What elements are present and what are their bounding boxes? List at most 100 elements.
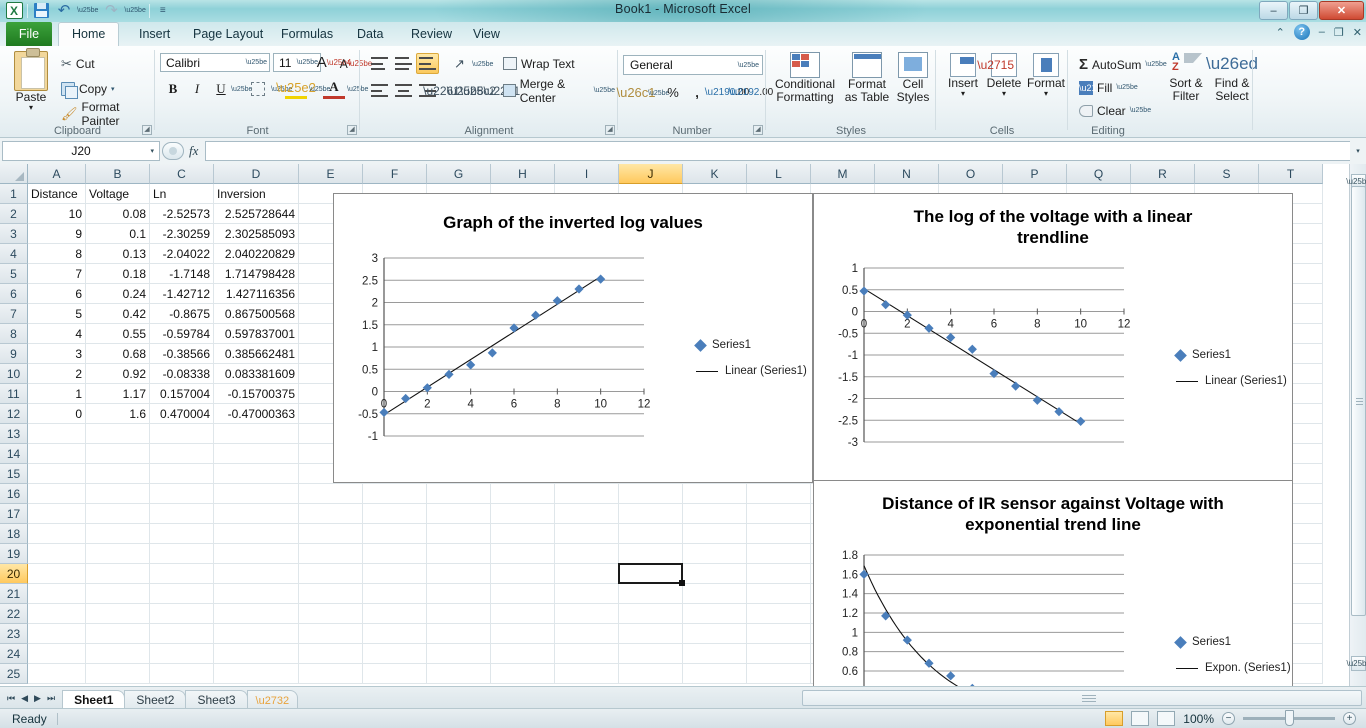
cell-A13[interactable] — [28, 424, 86, 444]
column-header-H[interactable]: H — [491, 164, 555, 184]
undo-dropdown-icon[interactable]: \u25be — [77, 7, 98, 14]
format-painter-button[interactable]: Format Painter — [58, 100, 155, 128]
fill-color-button[interactable]: \u25e2 — [276, 78, 316, 99]
cell-I21[interactable] — [555, 584, 619, 604]
last-sheet-button[interactable]: ⏭ — [47, 693, 55, 704]
copy-dropdown-icon[interactable]: ▾ — [111, 85, 115, 93]
format-cells-button[interactable]: Format ▾ — [1026, 53, 1066, 98]
fill-dropdown-icon[interactable]: \u25be — [1116, 84, 1137, 91]
formula-bar-expand-button[interactable]: ▾ — [1350, 141, 1366, 161]
cell-L21[interactable] — [747, 584, 811, 604]
align-middle-button[interactable] — [392, 53, 415, 74]
cell-C14[interactable] — [150, 444, 214, 464]
cell-H20[interactable] — [491, 564, 555, 584]
cell-D12[interactable]: -0.47000363 — [214, 404, 299, 424]
cell-A16[interactable] — [28, 484, 86, 504]
align-center-button[interactable] — [392, 80, 415, 101]
cell-I22[interactable] — [555, 604, 619, 624]
cell-D18[interactable] — [214, 524, 299, 544]
customize-qat-icon[interactable]: ≡ — [153, 1, 173, 20]
decrease-decimal-button[interactable]: \u2192.00 — [729, 82, 774, 103]
row-header-15[interactable]: 15 — [0, 464, 28, 484]
excel-app-icon[interactable]: X — [4, 1, 24, 20]
cell-H21[interactable] — [491, 584, 555, 604]
cell-C20[interactable] — [150, 564, 214, 584]
sheet-tab-sheet3[interactable]: Sheet3 — [185, 690, 248, 708]
accounting-format-button[interactable]: \u26c1 — [616, 82, 655, 103]
cell-I18[interactable] — [555, 524, 619, 544]
cell-J24[interactable] — [619, 644, 683, 664]
cell-C1[interactable]: Ln — [150, 184, 214, 204]
insert-dropdown-icon[interactable]: ▾ — [961, 90, 965, 98]
cell-D1[interactable]: Inversion — [214, 184, 299, 204]
cell-B6[interactable]: 0.24 — [86, 284, 150, 304]
row-header-10[interactable]: 10 — [0, 364, 28, 384]
percent-style-button[interactable]: % — [662, 82, 684, 103]
insert-cells-button[interactable]: Insert ▾ — [944, 53, 982, 98]
clipboard-dialog-launcher[interactable]: ◢ — [142, 125, 152, 135]
cell-D17[interactable] — [214, 504, 299, 524]
cell-K24[interactable] — [683, 644, 747, 664]
cell-F23[interactable] — [363, 624, 427, 644]
row-header-3[interactable]: 3 — [0, 224, 28, 244]
doc-restore-icon[interactable]: ❐ — [1334, 26, 1344, 39]
cell-J18[interactable] — [619, 524, 683, 544]
column-header-F[interactable]: F — [363, 164, 427, 184]
normal-view-button[interactable] — [1105, 711, 1124, 726]
cell-D16[interactable] — [214, 484, 299, 504]
cell-L22[interactable] — [747, 604, 811, 624]
cell-A19[interactable] — [28, 544, 86, 564]
cell-I16[interactable] — [555, 484, 619, 504]
column-header-M[interactable]: M — [811, 164, 875, 184]
cell-B15[interactable] — [86, 464, 150, 484]
cell-H25[interactable] — [491, 664, 555, 684]
row-header-23[interactable]: 23 — [0, 624, 28, 644]
row-header-12[interactable]: 12 — [0, 404, 28, 424]
cell-D8[interactable]: 0.597837001 — [214, 324, 299, 344]
cell-K22[interactable] — [683, 604, 747, 624]
row-header-2[interactable]: 2 — [0, 204, 28, 224]
tab-page-layout[interactable]: Page Layout — [180, 22, 276, 46]
cell-I23[interactable] — [555, 624, 619, 644]
cell-C10[interactable]: -0.08338 — [150, 364, 214, 384]
cell-A4[interactable]: 8 — [28, 244, 86, 264]
cell-L24[interactable] — [747, 644, 811, 664]
cell-J19[interactable] — [619, 544, 683, 564]
column-header-R[interactable]: R — [1131, 164, 1195, 184]
row-header-6[interactable]: 6 — [0, 284, 28, 304]
paste-dropdown-icon[interactable]: ▾ — [29, 104, 33, 112]
column-header-P[interactable]: P — [1003, 164, 1067, 184]
cell-B11[interactable]: 1.17 — [86, 384, 150, 404]
cell-A6[interactable]: 6 — [28, 284, 86, 304]
cell-B4[interactable]: 0.13 — [86, 244, 150, 264]
cell-B5[interactable]: 0.18 — [86, 264, 150, 284]
cell-F18[interactable] — [363, 524, 427, 544]
cell-A15[interactable] — [28, 464, 86, 484]
cell-J16[interactable] — [619, 484, 683, 504]
cell-E25[interactable] — [299, 664, 363, 684]
cell-I17[interactable] — [555, 504, 619, 524]
cell-C11[interactable]: 0.157004 — [150, 384, 214, 404]
sheet-tab-sheet2[interactable]: Sheet2 — [124, 690, 187, 708]
cell-D5[interactable]: 1.714798428 — [214, 264, 299, 284]
cell-D7[interactable]: 0.867500568 — [214, 304, 299, 324]
cell-C13[interactable] — [150, 424, 214, 444]
cell-G25[interactable] — [427, 664, 491, 684]
delete-cells-button[interactable]: \u2715 Delete ▾ — [977, 53, 1024, 98]
cell-C6[interactable]: -1.42712 — [150, 284, 214, 304]
row-header-18[interactable]: 18 — [0, 524, 28, 544]
cell-C12[interactable]: 0.470004 — [150, 404, 214, 424]
horizontal-scrollbar[interactable] — [802, 690, 1362, 706]
cell-F17[interactable] — [363, 504, 427, 524]
chart-log-voltage-linear-trendline[interactable]: The log of the voltage with a linear tre… — [813, 193, 1293, 483]
prev-sheet-button[interactable]: ◀ — [21, 693, 28, 704]
row-header-5[interactable]: 5 — [0, 264, 28, 284]
bold-button[interactable]: B — [162, 78, 184, 99]
delete-dropdown-icon[interactable]: ▾ — [1002, 90, 1006, 98]
cell-E17[interactable] — [299, 504, 363, 524]
row-header-24[interactable]: 24 — [0, 644, 28, 664]
clear-dropdown-icon[interactable]: \u25be — [1130, 107, 1151, 114]
cell-B20[interactable] — [86, 564, 150, 584]
cell-H19[interactable] — [491, 544, 555, 564]
cell-B23[interactable] — [86, 624, 150, 644]
